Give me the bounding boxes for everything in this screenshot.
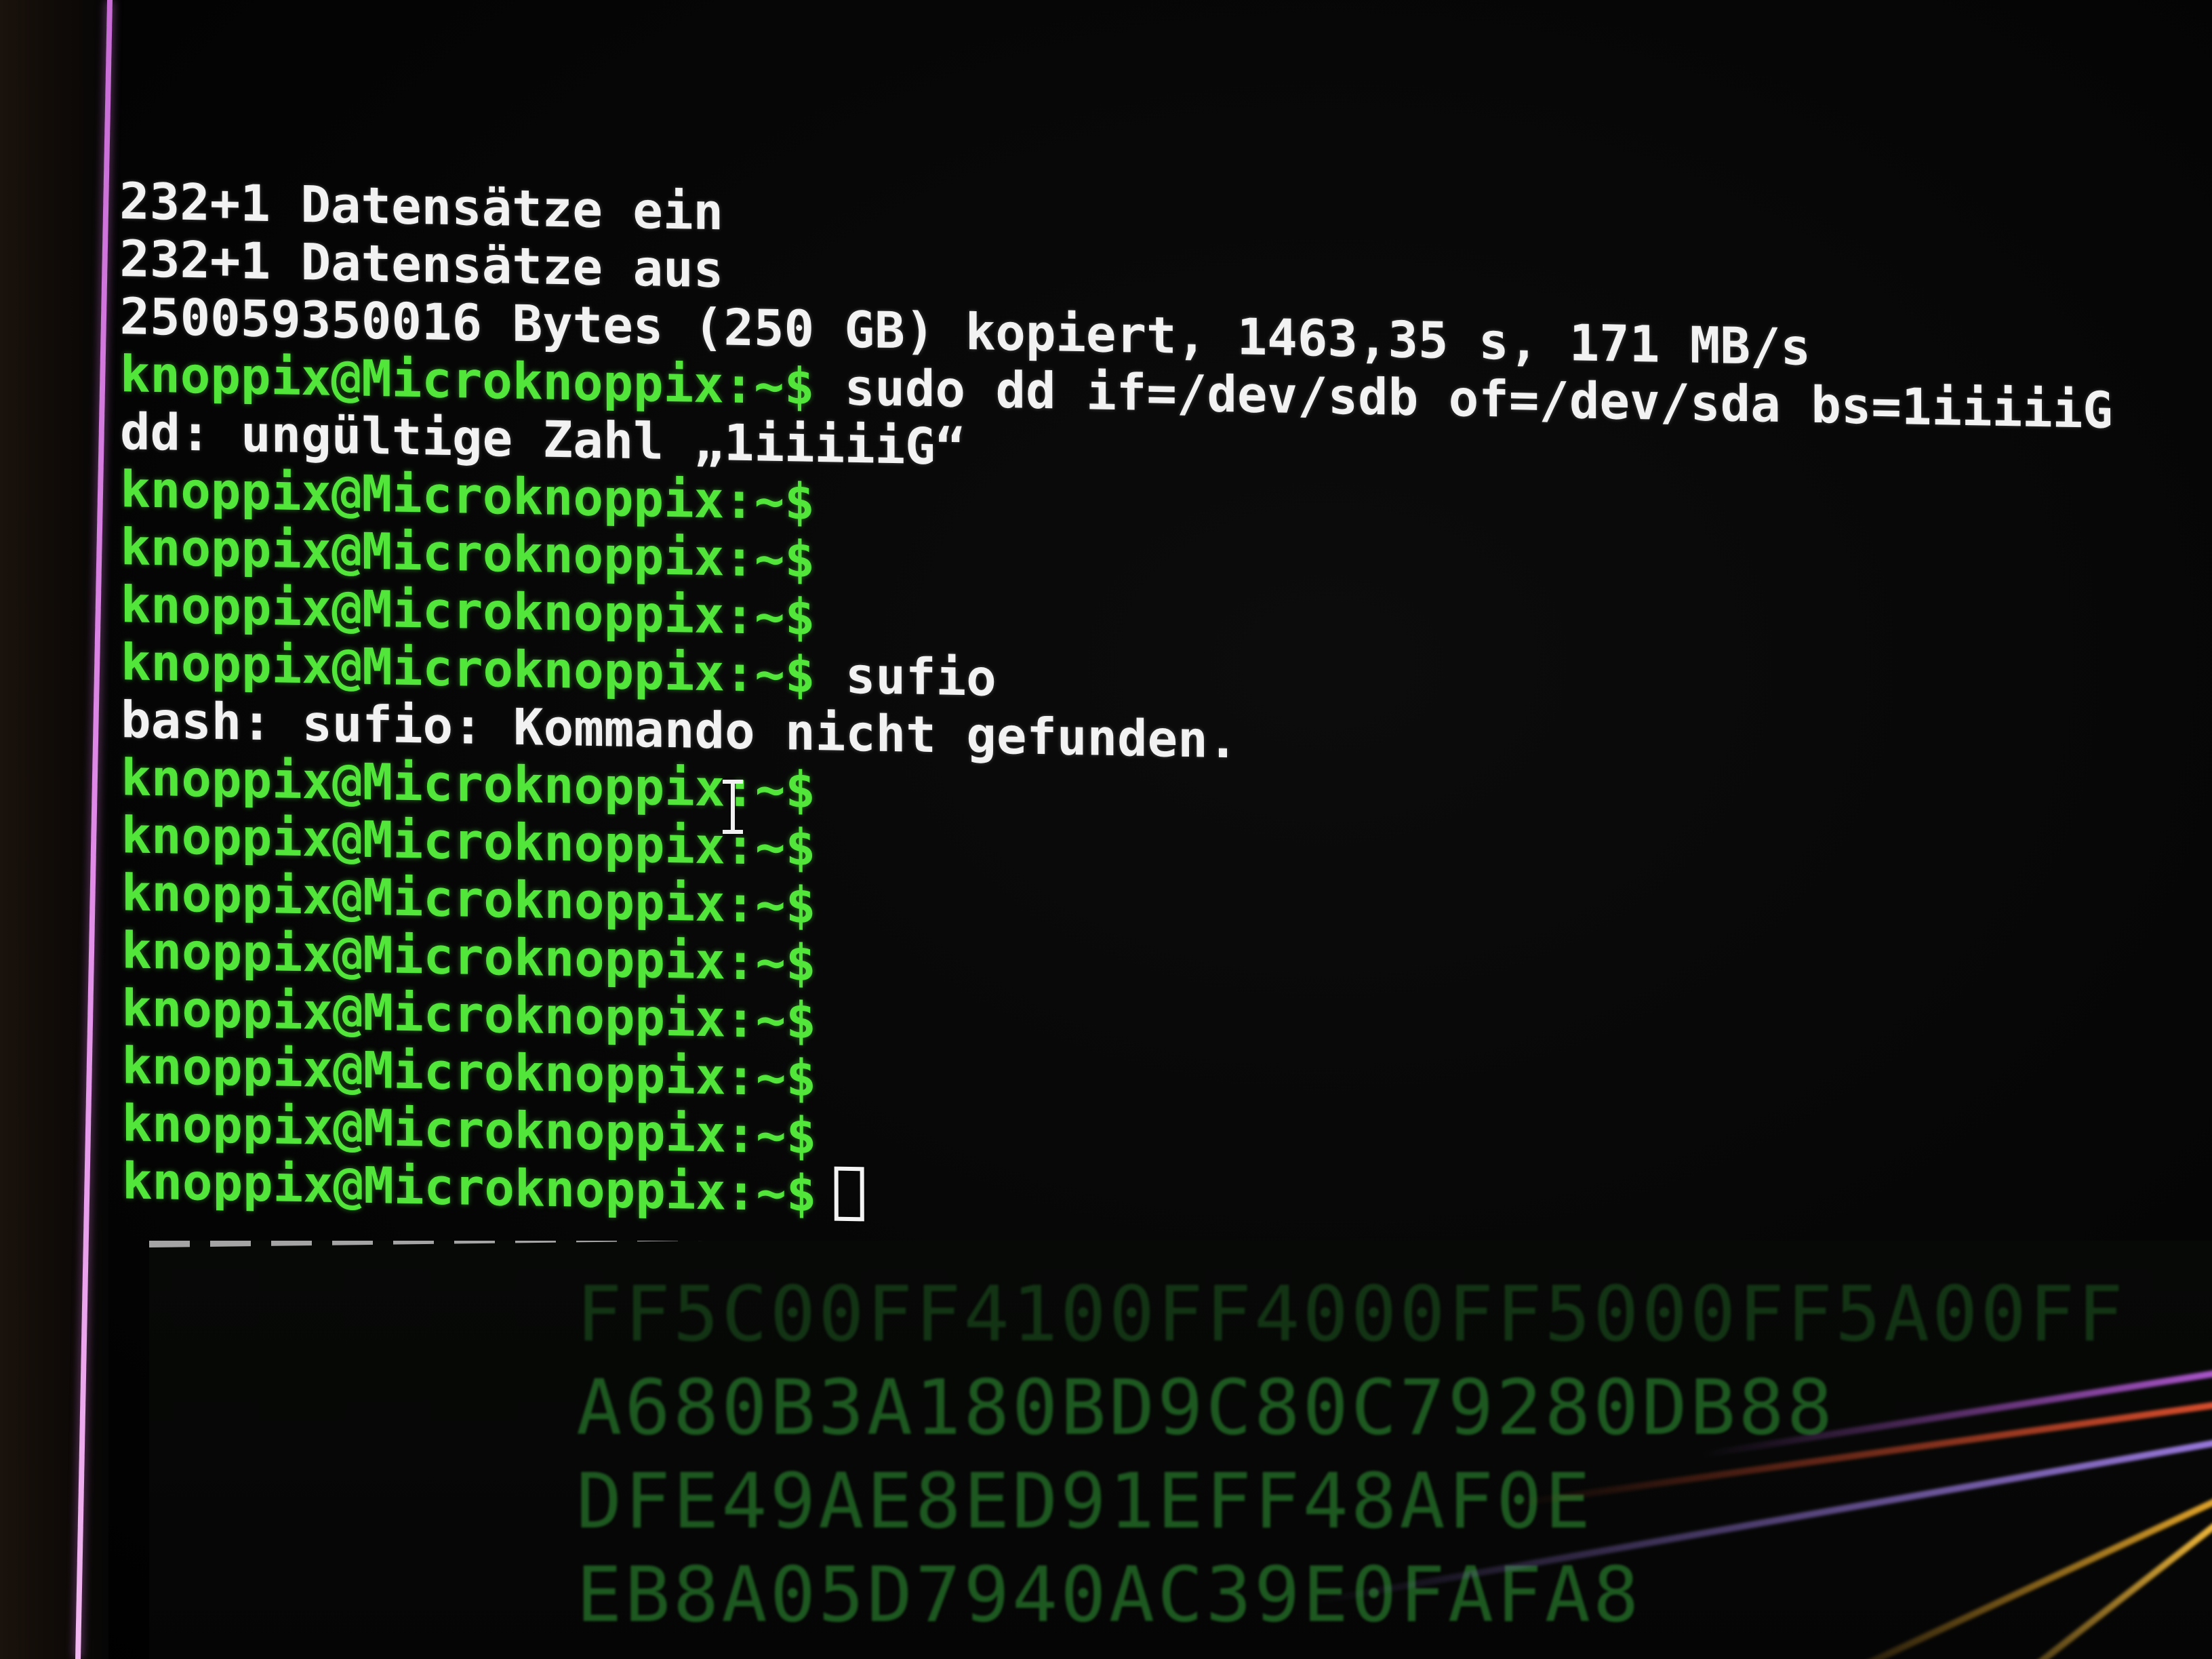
monitor-screen: FF5C00FF4100FF4000FF5000FF5A00FF A680B3A1… — [0, 0, 2212, 1659]
terminal-window[interactable]: 232+1 Datensätze ein 232+1 Datensätze aus… — [119, 172, 2196, 1296]
shell-prompt: knoppix@Microknoppix:~$ — [121, 1152, 817, 1224]
background-hex-window: FF5C00FF4100FF4000FF5000FF5A00FF A680B3A1… — [149, 1241, 2212, 1659]
hex-dump: FF5C00FF4100FF4000FF5000FF5A00FF A680B3A1… — [576, 1268, 2126, 1642]
block-cursor[interactable] — [834, 1166, 864, 1222]
hex-line: A680B3A180BD9C80C79280DB88 — [576, 1364, 1836, 1452]
text-cursor-ibeam-icon — [723, 780, 743, 834]
command-text: sufio — [815, 645, 997, 708]
